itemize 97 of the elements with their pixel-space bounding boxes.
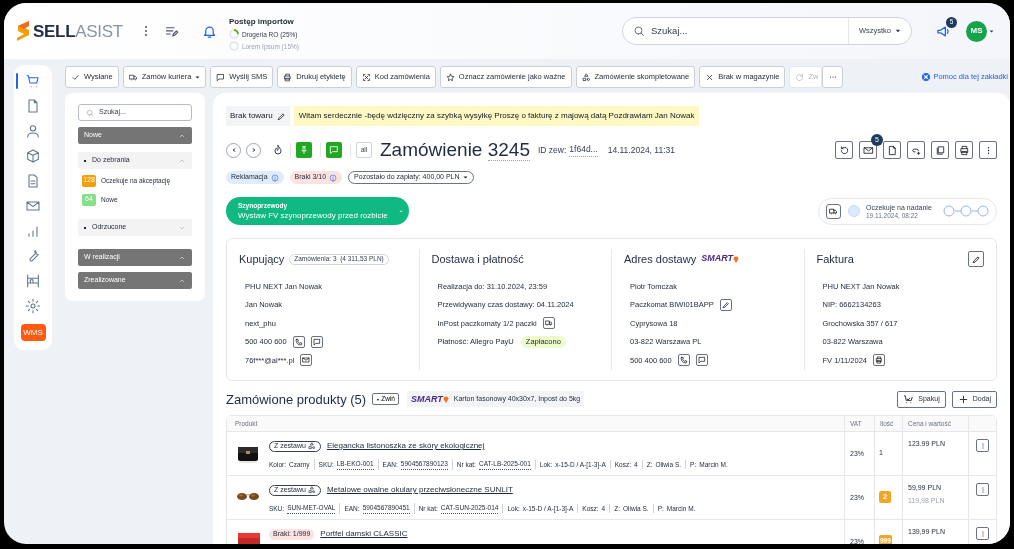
printer-icon	[958, 144, 970, 156]
external-id: 1f64d...	[569, 143, 598, 157]
section-title: Kupujący	[239, 251, 285, 267]
pin-icon	[442, 395, 449, 404]
check-icon	[71, 72, 80, 82]
star-icon	[445, 72, 455, 82]
small-action-button[interactable]	[300, 354, 313, 367]
caret-icon	[399, 209, 403, 213]
small-action-button[interactable]	[542, 317, 555, 330]
logo-icon	[16, 20, 30, 42]
mail-icon[interactable]	[25, 198, 41, 214]
refresh-icon	[795, 72, 805, 82]
mail-icon	[302, 356, 311, 365]
action-label: Wystaw FV szynoprzewody przed rozbicie	[238, 210, 389, 221]
flame-icon[interactable]	[272, 144, 284, 156]
order-date: 14.11.2024, 11:31	[607, 143, 675, 157]
status-tag: Brak towaru	[226, 106, 290, 126]
search-placeholder: Szukaj...	[651, 23, 689, 38]
mail-icon	[862, 144, 874, 156]
user-icon[interactable]	[25, 123, 41, 139]
row-menu-button[interactable]	[976, 439, 989, 452]
small-action-button[interactable]	[677, 354, 690, 367]
small-action-button[interactable]	[719, 298, 732, 311]
truck-icon	[829, 206, 838, 216]
edit-button[interactable]	[968, 251, 984, 267]
undo-icon	[838, 144, 850, 156]
small-action-button[interactable]	[310, 335, 323, 348]
pin-icon	[733, 255, 739, 263]
box-icon[interactable]	[25, 148, 41, 164]
shapes-icon	[581, 72, 591, 82]
chat-icon	[216, 72, 226, 82]
chat-icon	[697, 356, 706, 365]
order-action-button[interactable]	[907, 141, 925, 159]
caret-icon	[195, 75, 201, 79]
truck-icon	[128, 72, 138, 82]
quantity-badge: 2	[879, 491, 891, 503]
pencil-icon[interactable]	[276, 111, 286, 121]
section-title: Dostawa i płatność	[431, 251, 524, 267]
chat-icon	[312, 337, 321, 346]
shapes-icon	[307, 486, 316, 494]
order-action-button[interactable]	[955, 141, 973, 159]
bell-icon[interactable]	[201, 23, 217, 39]
pencil-icon	[971, 254, 981, 264]
progress-steps	[943, 205, 989, 217]
rack-icon[interactable]	[25, 273, 41, 289]
order-action-button[interactable]	[979, 141, 997, 159]
external-id-label: ID zew:	[538, 143, 567, 157]
carrier-logo: SMART	[701, 252, 739, 266]
chat-icon	[329, 145, 339, 155]
settings-icon[interactable]	[25, 298, 41, 314]
row-menu-button[interactable]	[976, 483, 989, 496]
file-icon[interactable]	[25, 98, 41, 114]
printer-icon	[283, 72, 293, 82]
carrier-logo: SMART	[410, 392, 449, 406]
truck-button[interactable]	[826, 203, 841, 219]
order-action-button[interactable]	[931, 141, 949, 159]
pin-icon	[299, 145, 309, 155]
imports-title: Postęp importów	[228, 17, 295, 27]
section-title: Zamówione produkty (5)	[226, 390, 367, 409]
caret-icon	[462, 176, 468, 179]
file-icon	[886, 144, 898, 156]
pencil-icon	[721, 300, 730, 309]
info-icon	[329, 173, 338, 182]
lifebuoy-icon	[922, 73, 931, 81]
small-action-button[interactable]	[292, 335, 305, 348]
progress-ring	[228, 41, 239, 51]
order-action-button[interactable]	[883, 141, 901, 159]
small-action-button[interactable]	[695, 354, 708, 367]
caret-icon	[989, 29, 994, 33]
phone-icon	[679, 356, 688, 365]
section-title: Faktura	[816, 251, 854, 267]
info-icon	[270, 173, 279, 182]
search-icon	[633, 25, 645, 37]
document-icon[interactable]	[25, 173, 41, 189]
order-note: Witam serdecznie -będę wdzięczny za szybką wysyłkę Proszę o fakturę z majową datą Pozdrawiam Jan Nowak	[293, 106, 700, 126]
caret-icon	[895, 29, 901, 33]
product-name-link[interactable]: Elegancka listonoszka ze skóry ekologicznej	[326, 440, 485, 452]
active-indicator	[16, 73, 18, 89]
product-name-link[interactable]: Metalowe owalne okulary przeciwsłoneczne SUNLIT	[326, 484, 513, 496]
copy-icon	[934, 144, 946, 156]
cart-icon[interactable]	[25, 73, 41, 89]
search-icon	[86, 108, 94, 117]
order-title: Zamówienie 3245	[380, 137, 530, 163]
cart-check-icon	[903, 393, 915, 405]
plus-icon	[957, 393, 969, 405]
small-action-button[interactable]	[873, 354, 885, 367]
logo-wordmark: SELLASIST	[33, 22, 123, 40]
product-name-link[interactable]: Portfel damski CLASSIC	[320, 528, 408, 540]
section-title: Adres dostawy	[624, 251, 697, 267]
order-action-button[interactable]	[835, 141, 853, 159]
phone-icon	[294, 337, 303, 346]
close-icon	[705, 72, 715, 82]
scan-icon	[361, 72, 371, 82]
row-menu-button[interactable]	[976, 527, 989, 540]
shapes-icon	[307, 442, 316, 450]
printer-icon	[875, 356, 883, 365]
truck-icon	[544, 319, 553, 328]
